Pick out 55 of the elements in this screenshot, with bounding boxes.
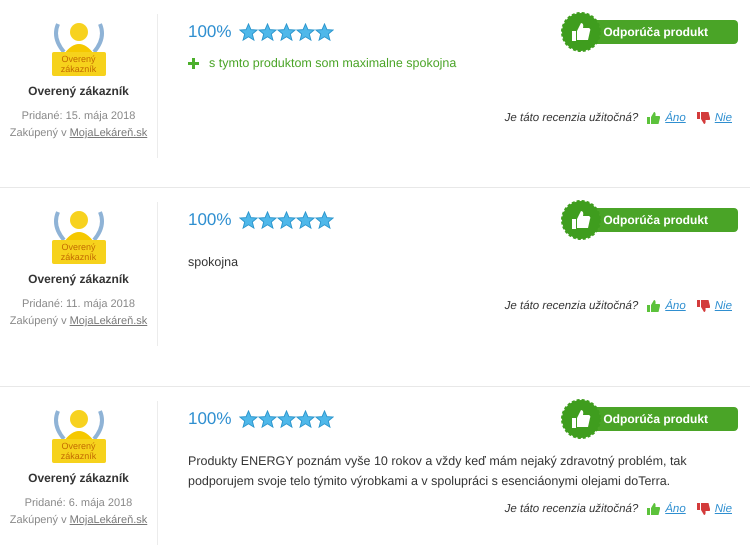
shop-link[interactable]: MojaLekáreň.sk <box>70 127 148 139</box>
shop-link[interactable]: MojaLekáreň.sk <box>70 514 148 526</box>
star-icon <box>296 410 316 428</box>
purchased-label: Zakúpený v <box>10 315 67 327</box>
purchased-label: Zakúpený v <box>10 514 67 526</box>
thumbs-up-icon[interactable] <box>647 503 660 515</box>
star-icon <box>277 22 296 42</box>
helpful-link[interactable]: Áno <box>665 300 686 312</box>
helpful-link[interactable]: Áno <box>665 112 686 124</box>
thumbs-up-icon <box>561 12 602 52</box>
helpful-question: Je táto recenzia užitočná? <box>504 300 638 312</box>
star-icon <box>239 210 258 230</box>
rating-percent: 100% <box>188 210 232 230</box>
review-text: spokojna <box>188 254 240 271</box>
not-helpful-link[interactable]: Nie <box>714 503 732 515</box>
star-icon <box>258 410 278 428</box>
review-date: Pridané: 11. mája 2018 <box>22 298 135 310</box>
thumbs-up-icon <box>561 200 602 240</box>
thumbs-up-icon <box>561 399 602 439</box>
star-icon <box>277 410 296 428</box>
review-date: Pridané: 15. mája 2018 <box>22 110 136 122</box>
helpful-question: Je táto recenzia užitočná? <box>504 112 638 124</box>
verified-badge: Overený zákazník <box>52 240 106 264</box>
star-icon <box>315 210 334 230</box>
author-name: Overený zákazník <box>28 84 129 98</box>
helpful-question: Je táto recenzia užitočná? <box>504 503 638 515</box>
star-icon <box>258 22 278 42</box>
rating-percent: 100% <box>188 409 232 429</box>
not-helpful-link[interactable]: Nie <box>714 112 732 124</box>
purchased-label: Zakúpený v <box>10 127 67 139</box>
review-date: Pridané: 6. mája 2018 <box>24 497 132 509</box>
star-icon <box>277 210 296 230</box>
thumbs-down-icon[interactable] <box>696 300 710 312</box>
not-helpful-link[interactable]: Nie <box>714 300 732 312</box>
star-icon <box>258 210 278 230</box>
thumbs-down-icon[interactable] <box>696 503 710 515</box>
star-icon <box>296 22 316 42</box>
star-icon <box>239 410 258 428</box>
pro-text: s tymto produktom som maximalne spokojna <box>209 56 456 70</box>
star-icon <box>315 410 334 428</box>
thumbs-up-icon[interactable] <box>647 300 660 312</box>
author-name: Overený zákazník <box>28 272 129 286</box>
thumbs-up-icon[interactable] <box>647 112 660 124</box>
author-name: Overený zákazník <box>28 471 129 485</box>
star-icon <box>315 22 334 42</box>
star-icon <box>296 210 316 230</box>
star-icon <box>239 22 258 42</box>
review-text: Produkty ENERGY poznám vyše 10 rokov a vždy keď mám nejaký zdravotný problém, tak podporujem svoje telo týmito výrobkami a v spolupráci s esenciáonymi olejami doTerra. <box>188 453 688 490</box>
rating-percent: 100% <box>188 22 232 42</box>
thumbs-down-icon[interactable] <box>696 112 710 124</box>
verified-badge: Overený zákazník <box>52 439 106 463</box>
plus-icon <box>188 58 199 68</box>
shop-link[interactable]: MojaLekáreň.sk <box>70 315 148 327</box>
helpful-link[interactable]: Áno <box>665 503 686 515</box>
verified-badge: Overený zákazník <box>52 52 106 76</box>
